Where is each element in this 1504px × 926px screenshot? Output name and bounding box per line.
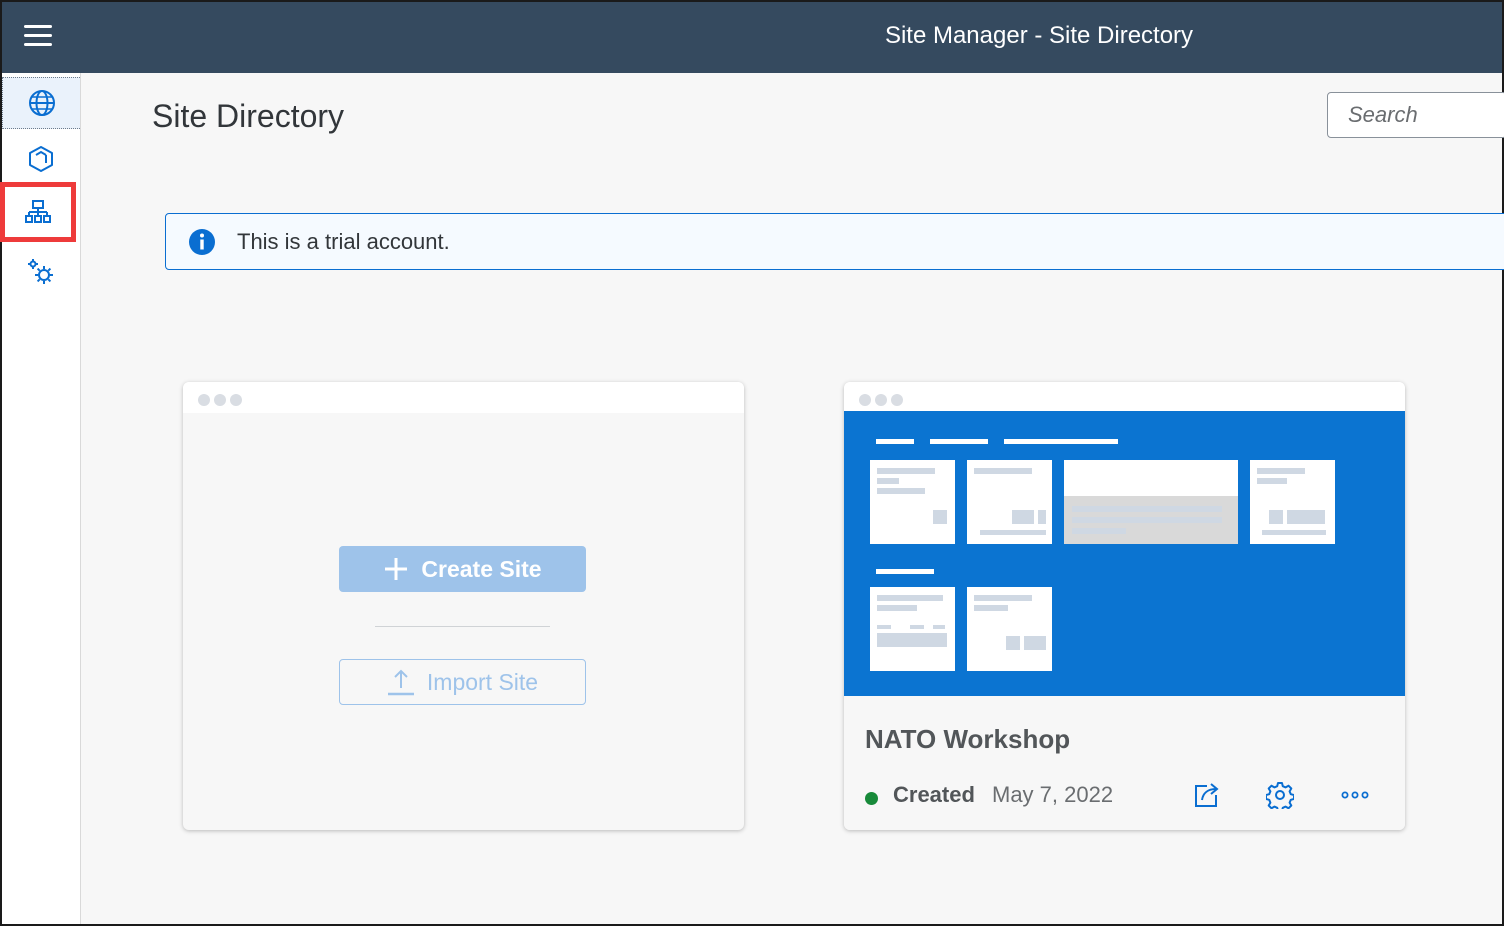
globe-icon xyxy=(28,90,55,116)
window-dots xyxy=(198,394,242,406)
create-site-button[interactable]: Create Site xyxy=(339,546,586,592)
share-external-icon xyxy=(1195,783,1219,807)
info-message-text: This is a trial account. xyxy=(237,229,450,254)
shell-bar: Site Manager - Site Directory xyxy=(2,2,1502,73)
nav-item-site-directory[interactable] xyxy=(2,77,80,129)
divider xyxy=(375,626,550,627)
nav-item-settings[interactable] xyxy=(2,246,80,298)
window-dots xyxy=(859,394,903,406)
card-window-bar xyxy=(183,382,744,413)
info-icon xyxy=(189,229,215,255)
create-site-label: Create Site xyxy=(421,555,542,582)
more-actions-button[interactable] xyxy=(1338,778,1372,812)
import-site-label: Import Site xyxy=(426,668,539,695)
info-message-strip: This is a trial account. xyxy=(165,213,1504,270)
search-input[interactable]: Search xyxy=(1327,92,1504,138)
cube-icon xyxy=(29,146,53,172)
more-overflow-icon xyxy=(1341,791,1369,799)
site-settings-button[interactable] xyxy=(1263,778,1297,812)
go-to-site-button[interactable] xyxy=(1189,778,1223,812)
card-window-bar xyxy=(844,382,1405,413)
site-status: Created xyxy=(893,782,975,807)
site-card[interactable]: NATO Workshop Created May 7, 2022 xyxy=(844,382,1405,830)
upload-icon xyxy=(387,669,414,696)
new-site-card: Create Site Import Site xyxy=(183,382,744,830)
settings-gears-icon xyxy=(28,259,53,284)
site-preview-thumbnail[interactable] xyxy=(844,411,1405,696)
status-indicator xyxy=(865,792,878,805)
site-name: NATO Workshop xyxy=(865,724,1071,754)
hamburger-menu-button[interactable] xyxy=(22,22,56,52)
page-title: Site Directory xyxy=(152,98,345,134)
nav-item-hierarchy[interactable] xyxy=(0,182,76,242)
site-card-footer: NATO Workshop Created May 7, 2022 xyxy=(844,696,1405,830)
nav-item-content[interactable] xyxy=(2,133,80,185)
org-chart-icon xyxy=(25,200,51,223)
site-created-date: May 7, 2022 xyxy=(992,782,1114,807)
shell-title: Site Manager - Site Directory xyxy=(884,22,1194,49)
import-site-button[interactable]: Import Site xyxy=(339,659,586,705)
plus-icon xyxy=(385,558,408,580)
gear-icon xyxy=(1266,782,1294,809)
side-navigation xyxy=(0,73,81,924)
